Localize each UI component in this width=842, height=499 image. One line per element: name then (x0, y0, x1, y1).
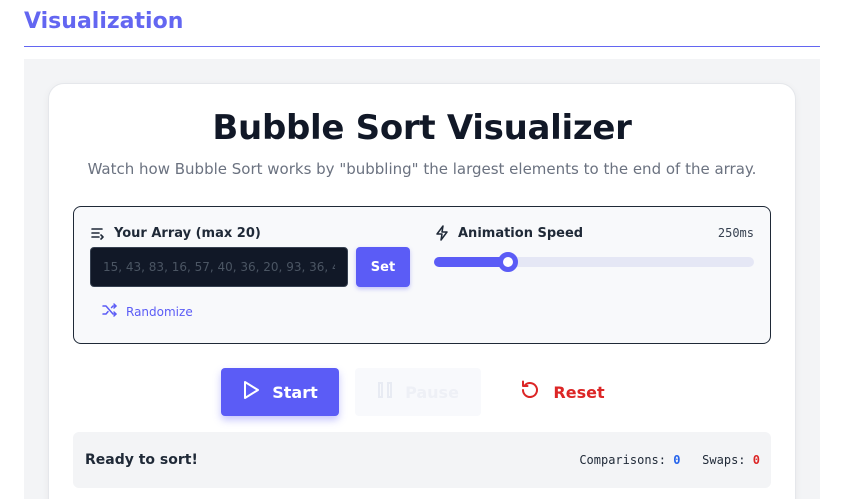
array-input[interactable] (90, 247, 348, 287)
pause-label: Pause (405, 382, 459, 402)
randomize-label: Randomize (126, 304, 193, 319)
reset-button[interactable]: Reset (506, 368, 618, 416)
set-button[interactable]: Set (356, 247, 410, 287)
page-title: Bubble Sort Visualizer (212, 108, 632, 148)
speed-slider-fill (434, 257, 509, 267)
rotate-ccw-icon (519, 379, 541, 405)
list-icon (90, 225, 106, 241)
play-icon (242, 380, 260, 404)
section-divider (24, 46, 820, 47)
pause-icon (377, 381, 393, 403)
start-button[interactable]: Start (221, 368, 339, 416)
pause-button[interactable]: Pause (355, 368, 481, 416)
speed-label: Animation Speed (434, 225, 583, 241)
page-subtitle: Watch how Bubble Sort works by "bubbling… (87, 160, 757, 178)
lightning-icon (434, 225, 450, 241)
shuffle-icon (102, 302, 118, 321)
start-label: Start (272, 382, 318, 402)
array-label: Your Array (max 20) (90, 225, 261, 241)
speed-label-text: Animation Speed (458, 225, 584, 241)
comparisons-count: 0 (673, 453, 681, 467)
swaps-count: 0 (752, 453, 760, 467)
randomize-button[interactable]: Randomize (102, 302, 193, 321)
reset-label: Reset (553, 382, 605, 402)
array-label-text: Your Array (max 20) (114, 225, 261, 241)
swaps-label: Swaps: (702, 453, 746, 467)
speed-slider[interactable] (434, 252, 754, 272)
status-message: Ready to sort! (85, 452, 198, 468)
comparisons-label: Comparisons: (579, 453, 667, 467)
section-heading: Visualization (24, 9, 184, 34)
speed-value: 250ms (717, 226, 754, 240)
sort-stats: Comparisons: 0 Swaps: 0 (520, 453, 760, 467)
